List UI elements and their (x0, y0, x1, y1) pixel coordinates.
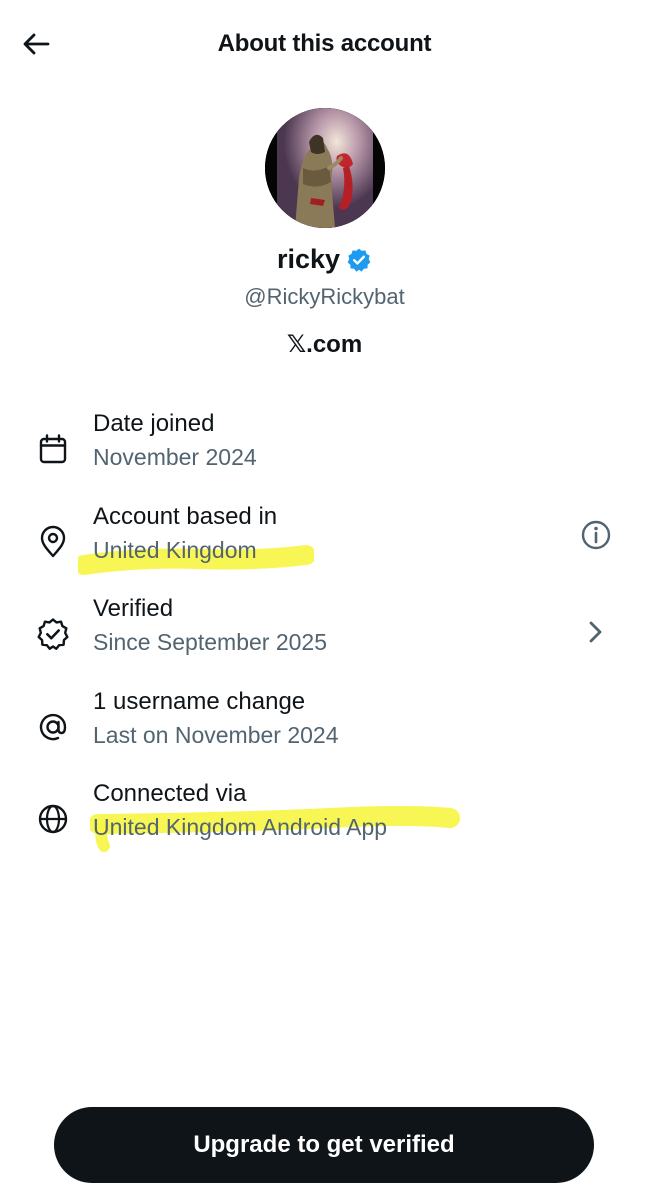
at-sign-icon (39, 713, 67, 741)
row-label: Connected via (93, 780, 247, 807)
display-name: ricky (276, 244, 341, 274)
display-name-row: ricky (0, 244, 649, 275)
calendar-icon (39, 434, 67, 464)
row-date-joined: Date joined November 2024 (0, 410, 649, 490)
row-value: November 2024 (93, 444, 257, 470)
row-label: Account based in (93, 503, 278, 530)
site-label: 𝕏.com (0, 330, 649, 359)
header-bar: About this account (0, 0, 649, 90)
page-title: About this account (217, 30, 432, 57)
site-domain: .com (306, 331, 363, 358)
row-value: Since September 2025 (93, 629, 327, 655)
globe-icon (38, 804, 68, 834)
info-icon[interactable] (579, 518, 613, 552)
x-logo: 𝕏 (286, 330, 307, 358)
location-pin-icon (40, 525, 66, 558)
verified-badge-icon (37, 618, 69, 650)
row-verified[interactable]: Verified Since September 2025 (0, 595, 649, 675)
row-label: 1 username change (93, 688, 306, 715)
row-label: Verified (93, 595, 174, 622)
avatar (265, 108, 385, 228)
row-value: Last on November 2024 (93, 722, 339, 748)
row-account-based-in: Account based in United Kingdom (0, 503, 649, 583)
row-value: United Kingdom (93, 537, 257, 563)
row-username-changes: 1 username change Last on November 2024 (0, 688, 649, 768)
verified-check-icon (347, 248, 371, 272)
row-connected-via: Connected via United Kingdom Android App (0, 780, 649, 860)
account-handle: @RickyRickybat (244, 284, 405, 309)
row-value: United Kingdom Android App (93, 814, 388, 840)
chevron-right-icon[interactable] (579, 615, 613, 649)
upgrade-button[interactable]: Upgrade to get verified (54, 1107, 594, 1183)
row-label: Date joined (93, 410, 215, 437)
